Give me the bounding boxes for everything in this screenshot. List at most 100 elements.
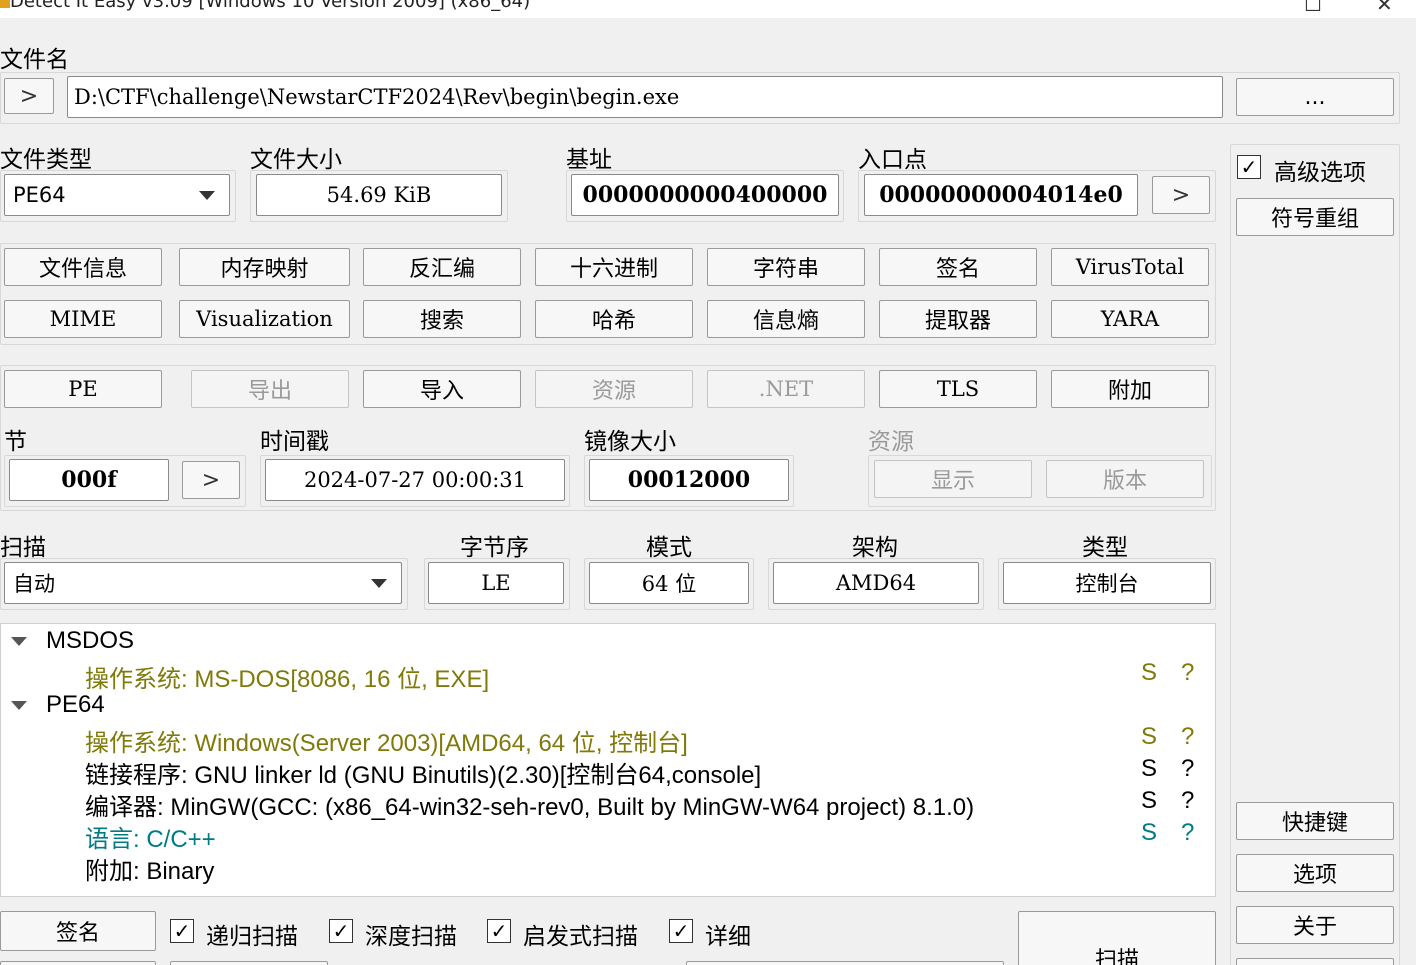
- architecture-label: 架构: [852, 535, 898, 561]
- bits-field: 64 位: [589, 562, 749, 604]
- strings-button[interactable]: 字符串: [707, 248, 865, 286]
- result-line-3[interactable]: 编译器: MinGW(GCC: (x86_64-win32-seh-rev0, …: [85, 787, 974, 822]
- side-panel: [1230, 144, 1400, 965]
- signature-s-link[interactable]: S: [1141, 659, 1157, 687]
- imports-button[interactable]: 导入: [363, 370, 521, 408]
- hash-button[interactable]: 哈希: [535, 300, 693, 338]
- disasm-button[interactable]: 反汇编: [363, 248, 521, 286]
- signature-s-link[interactable]: S: [1141, 819, 1157, 847]
- file-type-value: PE64: [13, 183, 66, 207]
- resources-version-button[interactable]: 版本: [1046, 460, 1204, 498]
- scan-mode-select[interactable]: 自动: [4, 562, 402, 604]
- scan-mode-value: 自动: [13, 572, 55, 596]
- type-field: 控制台: [1003, 562, 1211, 604]
- info-q-link[interactable]: ?: [1181, 819, 1194, 847]
- image-size-field: 00012000: [589, 459, 789, 501]
- exit-button-partial[interactable]: [1236, 958, 1394, 965]
- results-tree[interactable]: MSDOS 操作系统: MS-DOS[8086, 16 位, EXE] PE64…: [0, 623, 1216, 897]
- sections-count-field: 000f: [9, 459, 169, 501]
- verbose-label: 详细: [705, 924, 751, 950]
- file-path-field[interactable]: D:\CTF\challenge\NewstarCTF2024\Rev\begi…: [67, 76, 1223, 118]
- endianness-label: 字节序: [460, 535, 529, 561]
- tree-group-msdos[interactable]: MSDOS: [46, 627, 134, 655]
- chevron-down-icon: [199, 191, 215, 200]
- file-size-field: 54.69 KiB: [256, 174, 502, 216]
- scan-label: 扫描: [0, 535, 46, 561]
- info-q-link[interactable]: ?: [1181, 723, 1194, 751]
- architecture-field: AMD64: [773, 562, 979, 604]
- deep-scan-checkbox[interactable]: ✓: [329, 919, 353, 943]
- result-line-2[interactable]: 链接程序: GNU linker ld (GNU Binutils)(2.30)…: [85, 755, 761, 790]
- entropy-button[interactable]: 信息熵: [707, 300, 865, 338]
- bottom-button-partial[interactable]: [686, 961, 1004, 965]
- window-title: Detect It Easy v3.09 [Windows 10 Version…: [10, 0, 531, 12]
- resources-button[interactable]: 资源: [535, 370, 693, 408]
- timestamp-field: 2024-07-27 00:00:31: [265, 459, 565, 501]
- signature-button[interactable]: 签名: [879, 248, 1037, 286]
- shortcuts-button[interactable]: 快捷键: [1236, 802, 1394, 840]
- chevron-down-icon: [371, 579, 387, 588]
- bottom-button-partial[interactable]: [0, 961, 156, 965]
- deep-scan-label: 深度扫描: [365, 924, 457, 950]
- recursive-scan-label: 递归扫描: [206, 924, 298, 950]
- file-type-select[interactable]: PE64: [4, 174, 230, 216]
- close-icon[interactable]: ✕: [1376, 0, 1393, 16]
- signatures-button[interactable]: 签名: [0, 911, 156, 951]
- heuristic-scan-checkbox[interactable]: ✓: [487, 919, 511, 943]
- signature-s-link[interactable]: S: [1141, 787, 1157, 815]
- sections-label: 节: [4, 429, 27, 455]
- verbose-checkbox[interactable]: ✓: [669, 919, 693, 943]
- options-button[interactable]: 选项: [1236, 854, 1394, 892]
- exports-button[interactable]: 导出: [191, 370, 349, 408]
- maximize-icon[interactable]: ☐: [1304, 0, 1322, 16]
- dotnet-button[interactable]: .NET: [707, 370, 865, 408]
- mode-label: 模式: [646, 535, 692, 561]
- signature-s-link[interactable]: S: [1141, 755, 1157, 783]
- result-line-4[interactable]: 语言: C/C++: [85, 819, 216, 854]
- file-name-label: 文件名: [0, 47, 69, 73]
- pe-button[interactable]: PE: [4, 370, 162, 408]
- extractor-button[interactable]: 提取器: [879, 300, 1037, 338]
- entry-point-field[interactable]: 00000000004014e0: [864, 174, 1138, 216]
- sections-go-button[interactable]: >: [182, 461, 240, 499]
- heuristic-scan-label: 启发式扫描: [523, 924, 638, 950]
- advanced-options-checkbox[interactable]: ✓: [1237, 155, 1261, 179]
- memory-map-button[interactable]: 内存映射: [179, 248, 350, 286]
- open-file-button[interactable]: >: [4, 78, 54, 114]
- file-info-button[interactable]: 文件信息: [4, 248, 162, 286]
- result-line-0[interactable]: 操作系统: MS-DOS[8086, 16 位, EXE]: [85, 659, 489, 694]
- virustotal-button[interactable]: VirusTotal: [1051, 248, 1209, 286]
- recursive-scan-checkbox[interactable]: ✓: [170, 919, 194, 943]
- file-size-label: 文件大小: [250, 147, 342, 173]
- mime-button[interactable]: MIME: [4, 300, 162, 338]
- title-bar: Detect It Easy v3.09 [Windows 10 Version…: [0, 0, 1416, 18]
- demangle-button[interactable]: 符号重组: [1236, 198, 1394, 236]
- signature-s-link[interactable]: S: [1141, 723, 1157, 751]
- resources-label: 资源: [868, 429, 914, 455]
- advanced-options-label: 高级选项: [1274, 160, 1366, 186]
- about-button[interactable]: 关于: [1236, 906, 1394, 944]
- bottom-button-partial[interactable]: [170, 961, 328, 965]
- overlay-button[interactable]: 附加: [1051, 370, 1209, 408]
- yara-button[interactable]: YARA: [1051, 300, 1209, 338]
- collapse-icon[interactable]: [11, 701, 27, 710]
- app-icon: [0, 0, 10, 8]
- info-q-link[interactable]: ?: [1181, 787, 1194, 815]
- tls-button[interactable]: TLS: [879, 370, 1037, 408]
- type-label: 类型: [1082, 535, 1128, 561]
- resources-show-button[interactable]: 显示: [874, 460, 1032, 498]
- search-button[interactable]: 搜索: [363, 300, 521, 338]
- hex-button[interactable]: 十六进制: [535, 248, 693, 286]
- scan-button[interactable]: 扫描: [1018, 911, 1216, 965]
- info-q-link[interactable]: ?: [1181, 755, 1194, 783]
- browse-button[interactable]: ...: [1236, 78, 1394, 116]
- timestamp-label: 时间戳: [260, 429, 329, 455]
- info-q-link[interactable]: ?: [1181, 659, 1194, 687]
- base-address-field[interactable]: 0000000000400000: [571, 174, 839, 216]
- result-line-5[interactable]: 附加: Binary: [85, 851, 214, 886]
- entry-point-go-button[interactable]: >: [1152, 176, 1210, 214]
- result-line-1[interactable]: 操作系统: Windows(Server 2003)[AMD64, 64 位, …: [85, 723, 688, 758]
- tree-group-pe64[interactable]: PE64: [46, 691, 105, 719]
- collapse-icon[interactable]: [11, 637, 27, 646]
- visualization-button[interactable]: Visualization: [179, 300, 350, 338]
